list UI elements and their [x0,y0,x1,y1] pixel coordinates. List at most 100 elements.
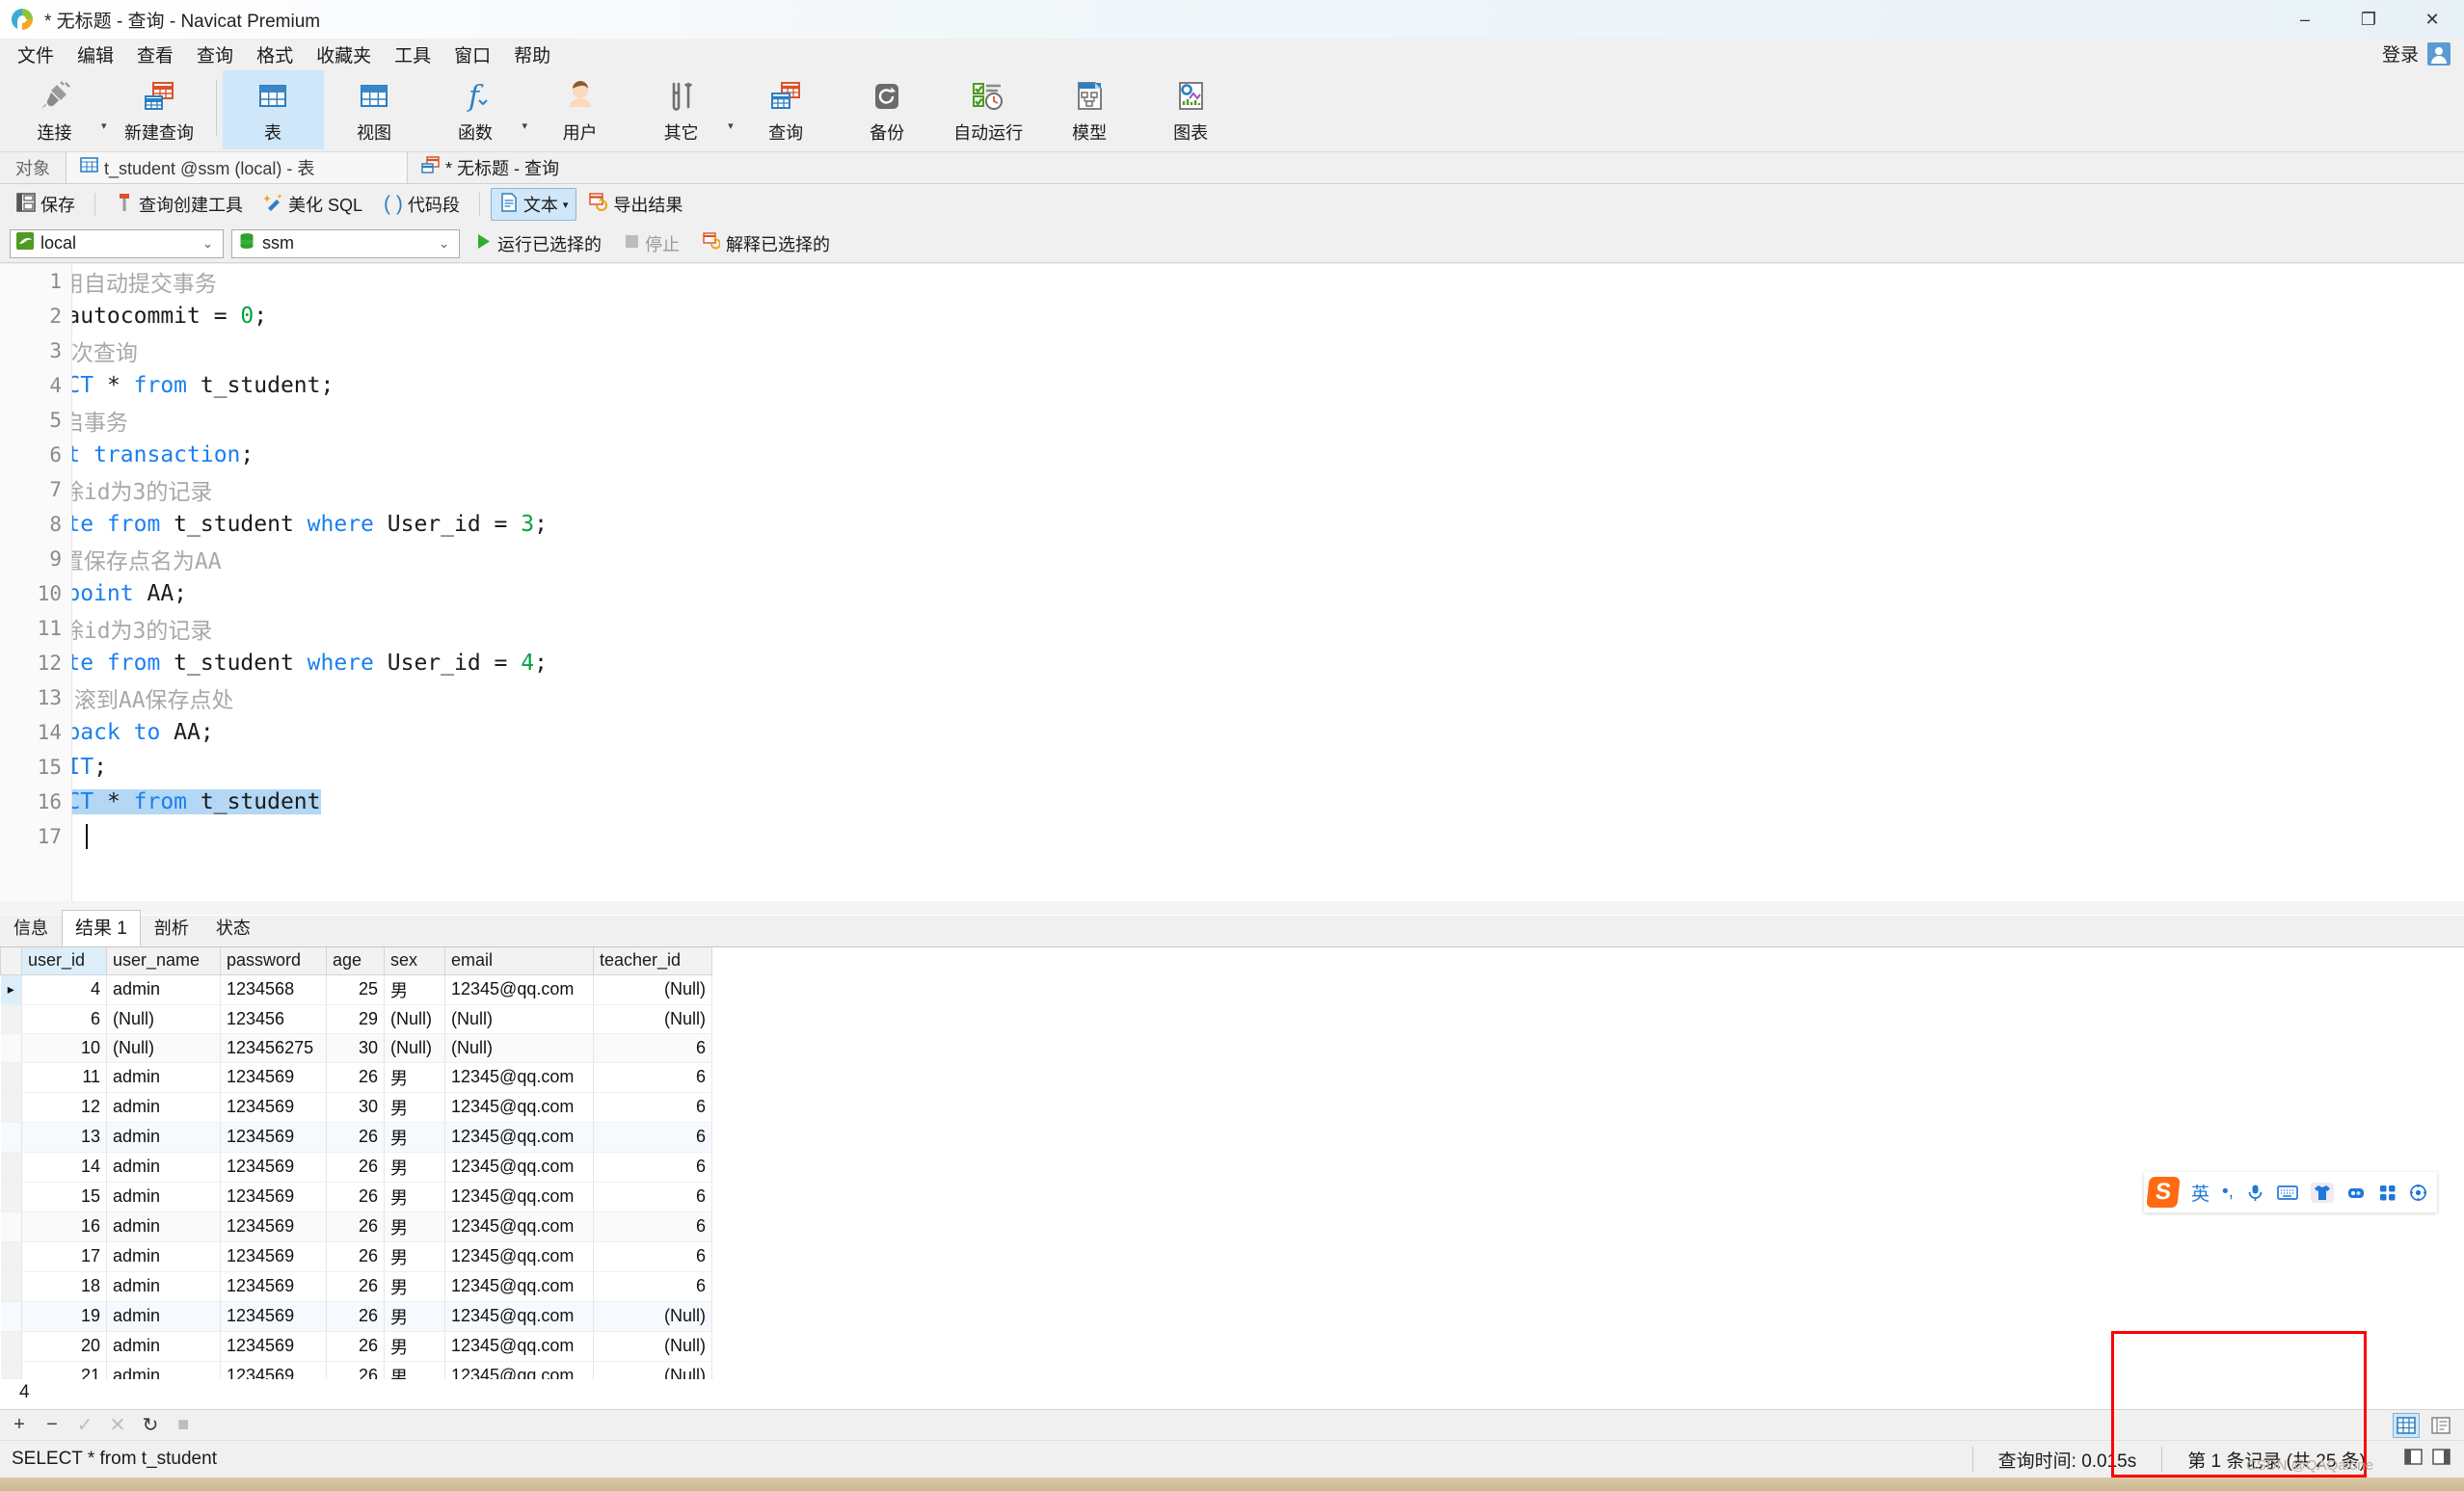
table-cell[interactable]: 15 [22,1182,107,1211]
column-header[interactable]: sex [385,947,445,974]
code-line[interactable]: 13#回滚到AA保存点处 [0,680,2464,715]
table-cell[interactable]: 12345@qq.com [445,974,594,1004]
table-cell[interactable]: 男 [385,1301,445,1331]
table-cell[interactable]: 123456275 [221,1033,327,1062]
table-cell[interactable]: 30 [327,1092,385,1122]
table-cell[interactable]: 12345@qq.com [445,1241,594,1271]
row-marker[interactable] [1,1033,22,1062]
code-line[interactable]: 11#删除id为3的记录 [0,611,2464,646]
row-marker[interactable] [1,1301,22,1331]
table-cell[interactable]: 1234568 [221,974,327,1004]
row-marker[interactable] [1,1271,22,1301]
grid-view-button[interactable] [2393,1413,2420,1438]
row-marker[interactable] [1,1182,22,1211]
refresh-icon[interactable]: ↻ [141,1413,160,1437]
sogou-logo-icon[interactable]: S [2146,1177,2180,1208]
table-cell[interactable]: 6 [594,1241,712,1271]
table-cell[interactable]: 男 [385,1361,445,1379]
run-selected-button[interactable]: 运行已选择的 [468,228,609,259]
table-cell[interactable]: 6 [594,1092,712,1122]
column-header[interactable]: password [221,947,327,974]
skin-icon[interactable] [2311,1183,2334,1203]
table-cell[interactable]: 1234569 [221,1301,327,1331]
export-result-button[interactable]: 导出结果 [580,188,691,221]
menu-edit[interactable]: 编辑 [66,39,125,70]
code-line[interactable]: 7#删除id为3的记录 [0,472,2464,507]
table-cell[interactable]: admin [107,1122,221,1152]
table-cell[interactable]: 26 [327,1271,385,1301]
code-line[interactable]: 8delete from t_student where User_id = 3… [0,507,2464,542]
row-marker[interactable] [1,1092,22,1122]
tab-result-1[interactable]: 结果 1 [62,910,141,946]
close-button[interactable]: ✕ [2400,0,2464,39]
query-builder-button[interactable]: 查询创建工具 [106,188,252,221]
table-cell[interactable]: (Null) [385,1033,445,1062]
code-line[interactable]: 4SELECT * from t_student; [0,368,2464,403]
table-cell[interactable]: (Null) [445,1033,594,1062]
table-cell[interactable]: admin [107,1092,221,1122]
table-cell[interactable]: admin [107,974,221,1004]
table-cell[interactable]: 1234569 [221,1152,327,1182]
toolbar-backup[interactable]: 备份 [837,70,938,149]
table-cell[interactable]: 14 [22,1152,107,1182]
row-marker[interactable] [1,1152,22,1182]
table-cell[interactable]: 12345@qq.com [445,1122,594,1152]
table-row[interactable]: 20admin123456926男12345@qq.com(Null) [1,1331,712,1361]
menu-favorites[interactable]: 收藏夹 [305,39,383,70]
code-line[interactable]: 12delete from t_student where User_id = … [0,646,2464,680]
toolbar-query[interactable]: 查询 [736,70,837,149]
table-cell[interactable]: (Null) [107,1004,221,1033]
table-row[interactable]: 10(Null)12345627530(Null)(Null)6 [1,1033,712,1062]
table-cell[interactable]: 6 [594,1182,712,1211]
menu-file[interactable]: 文件 [6,39,66,70]
toolbar-table[interactable]: 表 [223,70,324,149]
sql-editor[interactable]: 1#禁用自动提交事务2set autocommit = 0;3#第一次查询4SE… [0,264,2464,916]
mic-icon[interactable] [2246,1184,2264,1202]
code-lines[interactable]: 1#禁用自动提交事务2set autocommit = 0;3#第一次查询4SE… [0,264,2464,854]
code-line[interactable]: 9#设置保存点名为AA [0,542,2464,576]
table-cell[interactable]: admin [107,1361,221,1379]
table-cell[interactable]: 男 [385,1241,445,1271]
other-caret-icon[interactable]: ▾ [728,120,734,132]
table-cell[interactable]: 26 [327,1211,385,1241]
column-header[interactable]: email [445,947,594,974]
table-cell[interactable]: 30 [327,1033,385,1062]
table-cell[interactable]: 26 [327,1182,385,1211]
menu-format[interactable]: 格式 [245,39,305,70]
table-cell[interactable]: (Null) [385,1004,445,1033]
code-line[interactable]: 17 [0,819,2464,854]
table-cell[interactable]: 1234569 [221,1182,327,1211]
table-cell[interactable]: 26 [327,1062,385,1092]
toolbar-view[interactable]: 视图 [324,70,425,149]
tab-profile[interactable]: 剖析 [141,909,202,946]
table-cell[interactable]: 25 [327,974,385,1004]
table-row[interactable]: ▸4admin123456825男12345@qq.com(Null) [1,974,712,1004]
table-cell[interactable]: 6 [594,1211,712,1241]
ime-mode-label[interactable]: 英 [2191,1180,2210,1206]
table-cell[interactable]: 6 [594,1271,712,1301]
row-marker[interactable]: ▸ [1,974,22,1004]
code-line[interactable]: 14rollback to AA; [0,715,2464,750]
table-cell[interactable]: 12345@qq.com [445,1331,594,1361]
row-marker[interactable] [1,1122,22,1152]
table-cell[interactable]: admin [107,1331,221,1361]
table-cell[interactable]: admin [107,1271,221,1301]
toolbar-model[interactable]: 模型 [1039,70,1140,149]
table-cell[interactable]: 26 [327,1152,385,1182]
table-row[interactable]: 13admin123456926男12345@qq.com6 [1,1122,712,1152]
table-cell[interactable]: 26 [327,1331,385,1361]
table-cell[interactable]: 4 [22,974,107,1004]
row-marker[interactable] [1,1331,22,1361]
table-cell[interactable]: 26 [327,1241,385,1271]
toolbar-user[interactable]: 用户 [529,70,630,149]
toolbar-chart[interactable]: 图表 [1140,70,1242,149]
table-cell[interactable]: 17 [22,1241,107,1271]
table-cell[interactable]: admin [107,1182,221,1211]
toolbar-new-query[interactable]: 新建查询 [109,70,210,149]
toolbar-other[interactable]: 其它 [630,70,732,149]
table-cell[interactable]: 12345@qq.com [445,1062,594,1092]
table-cell[interactable]: 26 [327,1122,385,1152]
table-cell[interactable]: 1234569 [221,1062,327,1092]
table-cell[interactable]: (Null) [107,1033,221,1062]
menu-window[interactable]: 窗口 [442,39,502,70]
